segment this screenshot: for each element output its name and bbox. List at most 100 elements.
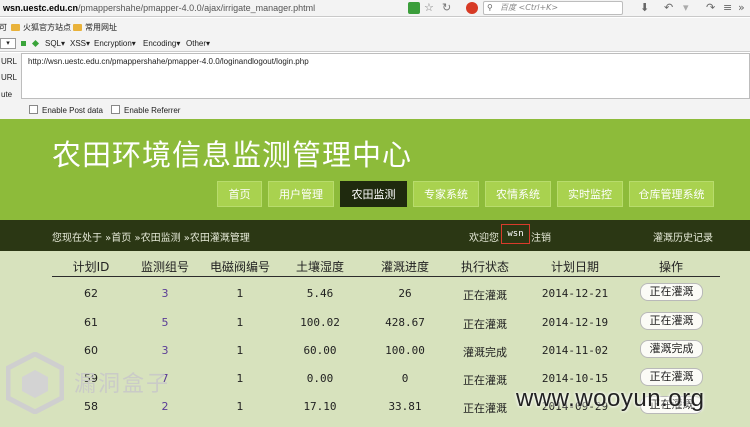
watermark-right-text: www.wooyun.org	[516, 385, 705, 412]
checkbox-icon	[111, 105, 120, 114]
action-button[interactable]: 正在灌溉	[640, 368, 703, 386]
cell-id: 62	[84, 287, 98, 300]
cell-humidity: 60.00	[303, 344, 337, 357]
overflow-icon[interactable]: »	[738, 1, 745, 14]
col-header-status: 执行状态	[460, 260, 509, 274]
nav-user-management[interactable]: 用户管理	[268, 181, 334, 207]
shield-icon[interactable]	[408, 2, 420, 14]
table-row: 62 3 1 5.46 26 正在灌溉 2014-12-21 正在灌溉	[52, 280, 720, 308]
site-title: 农田环境信息监测管理中心	[52, 138, 413, 172]
nav-agri-system[interactable]: 农情系统	[485, 181, 551, 207]
col-header-action: 操作	[658, 260, 683, 274]
breadcrumb-bar: 您现在处于 »首页 »农田监测 »农田灌溉管理 欢迎您 wsn 注销 灌溉历史记…	[0, 220, 750, 251]
search-icon: ⚲	[487, 3, 493, 12]
menu-encoding[interactable]: Encoding▾	[143, 39, 180, 48]
nav-home[interactable]: 首页	[217, 181, 262, 207]
watermark-left-text: 漏洞盒子	[74, 372, 171, 397]
hackbar-url-textarea[interactable]: http://wsn.uestc.edu.cn/pmappershahe/pma…	[21, 53, 750, 99]
cell-valve: 1	[236, 287, 244, 300]
col-header-valve: 电磁阀编号	[209, 260, 270, 274]
cell-status: 正在灌溉	[463, 374, 507, 387]
menu-other[interactable]: Other▾	[186, 39, 210, 48]
action-button[interactable]: 正在灌溉	[640, 312, 703, 330]
execute-label[interactable]: ute	[1, 90, 12, 99]
table-header: 计划ID 监测组号 电磁阀编号 土壤湿度 灌溉进度 执行状态 计划日期 操作	[52, 255, 720, 277]
bookmark-item[interactable]: 常用网址	[73, 22, 117, 33]
menu-encryption[interactable]: Encryption▾	[94, 39, 136, 48]
hackbar-selector[interactable]: ▾	[0, 38, 16, 49]
cell-status: 正在灌溉	[463, 289, 507, 302]
cell-group-link[interactable]: 5	[130, 316, 200, 329]
enable-post-checkbox[interactable]: Enable Post data	[29, 105, 103, 115]
address-field[interactable]: wsn.uestc.edu.cn/pmappershahe/pmapper-4.…	[3, 3, 315, 13]
cell-status: 灌溉完成	[463, 346, 507, 359]
col-header-id: 计划ID	[72, 260, 110, 274]
cell-humidity: 100.02	[300, 316, 340, 329]
green-dash-icon[interactable]	[21, 41, 26, 46]
cube-logo-icon	[6, 352, 64, 414]
url-path: /pmappershahe/pmapper-4.0.0/ajax/irrigat…	[78, 3, 316, 13]
logout-link[interactable]: 注销	[531, 229, 551, 244]
nav-realtime-monitor[interactable]: 实时监控	[557, 181, 623, 207]
nav-warehouse[interactable]: 仓库管理系统	[629, 181, 714, 207]
table-row: 61 5 1 100.02 428.67 正在灌溉 2014-12-19 正在灌…	[52, 309, 720, 337]
breadcrumb[interactable]: 您现在处于 »首页 »农田监测 »农田灌溉管理	[52, 229, 250, 244]
cell-humidity: 0.00	[306, 372, 334, 385]
download-icon[interactable]: ⬇	[640, 1, 649, 14]
cell-progress: 33.81	[388, 400, 422, 413]
cell-progress: 0	[401, 372, 409, 385]
split-url-label[interactable]: URL	[1, 73, 17, 82]
col-header-date: 计划日期	[550, 260, 599, 274]
cell-valve: 1	[236, 316, 244, 329]
url-host: wsn.uestc.edu.cn	[3, 3, 79, 13]
cell-id: 61	[84, 316, 98, 329]
cell-group-link[interactable]: 3	[130, 287, 200, 300]
chevron-down-icon[interactable]: ▾	[683, 1, 689, 14]
screen: wsn.uestc.edu.cn/pmappershahe/pmapper-4.…	[0, 0, 750, 427]
cell-status: 正在灌溉	[463, 402, 507, 415]
menu-icon[interactable]: ≡	[723, 1, 732, 14]
checkbox-icon	[29, 105, 38, 114]
reload-icon[interactable]: ↻	[442, 1, 454, 14]
folder-icon	[73, 24, 82, 31]
action-button[interactable]: 正在灌溉	[640, 283, 703, 301]
username-badge: wsn	[501, 224, 530, 244]
history-link[interactable]: 灌溉历史记录	[653, 229, 713, 244]
watermark-left: 漏洞盒子	[2, 348, 192, 418]
bookmarks-bar: 可 火狐官方站点 常用网址	[0, 18, 750, 35]
search-placeholder: 百度 <Ctrl+K>	[500, 3, 559, 12]
col-header-progress: 灌溉进度	[380, 260, 429, 274]
cell-valve: 1	[236, 400, 244, 413]
firefox-search-engine-icon[interactable]	[466, 2, 478, 14]
cell-progress: 100.00	[385, 344, 425, 357]
action-button[interactable]: 灌溉完成	[640, 340, 703, 358]
hackbar-panel: URL URL ute http://wsn.uestc.edu.cn/pmap…	[0, 53, 750, 119]
search-input[interactable]: ⚲ 百度 <Ctrl+K>	[483, 1, 623, 15]
cell-humidity: 17.10	[303, 400, 337, 413]
site-header: 农田环境信息监测管理中心 首页 用户管理 农田监测 专家系统 农情系统 实时监控…	[0, 119, 750, 220]
welcome-text: 欢迎您	[469, 233, 499, 244]
green-diamond-icon[interactable]	[31, 39, 40, 48]
cell-date: 2014-10-15	[541, 372, 609, 385]
cell-date: 2014-12-21	[541, 287, 609, 300]
forward-icon[interactable]: ↷	[706, 1, 715, 14]
nav-field-monitoring[interactable]: 农田监测	[340, 181, 407, 207]
cell-humidity: 5.46	[306, 287, 334, 300]
bookmark-item[interactable]: 可	[0, 22, 7, 33]
bookmark-star-icon[interactable]: ☆	[424, 1, 436, 14]
cell-status: 正在灌溉	[463, 318, 507, 331]
bookmark-item[interactable]: 火狐官方站点	[11, 22, 71, 33]
cell-progress: 26	[398, 287, 412, 300]
menu-xss[interactable]: XSS▾	[70, 39, 90, 48]
folder-icon	[11, 24, 20, 31]
cell-date: 2014-12-19	[541, 316, 609, 329]
load-url-label[interactable]: URL	[1, 57, 17, 66]
browser-url-bar[interactable]: wsn.uestc.edu.cn/pmappershahe/pmapper-4.…	[0, 0, 750, 17]
menu-sql[interactable]: SQL▾	[45, 39, 65, 48]
col-header-humidity: 土壤湿度	[295, 260, 344, 274]
nav-expert-system[interactable]: 专家系统	[413, 181, 479, 207]
enable-referrer-checkbox[interactable]: Enable Referrer	[111, 105, 180, 115]
back-icon[interactable]: ↶	[664, 1, 673, 14]
cell-valve: 1	[236, 372, 244, 385]
cell-date: 2014-11-02	[541, 344, 609, 357]
